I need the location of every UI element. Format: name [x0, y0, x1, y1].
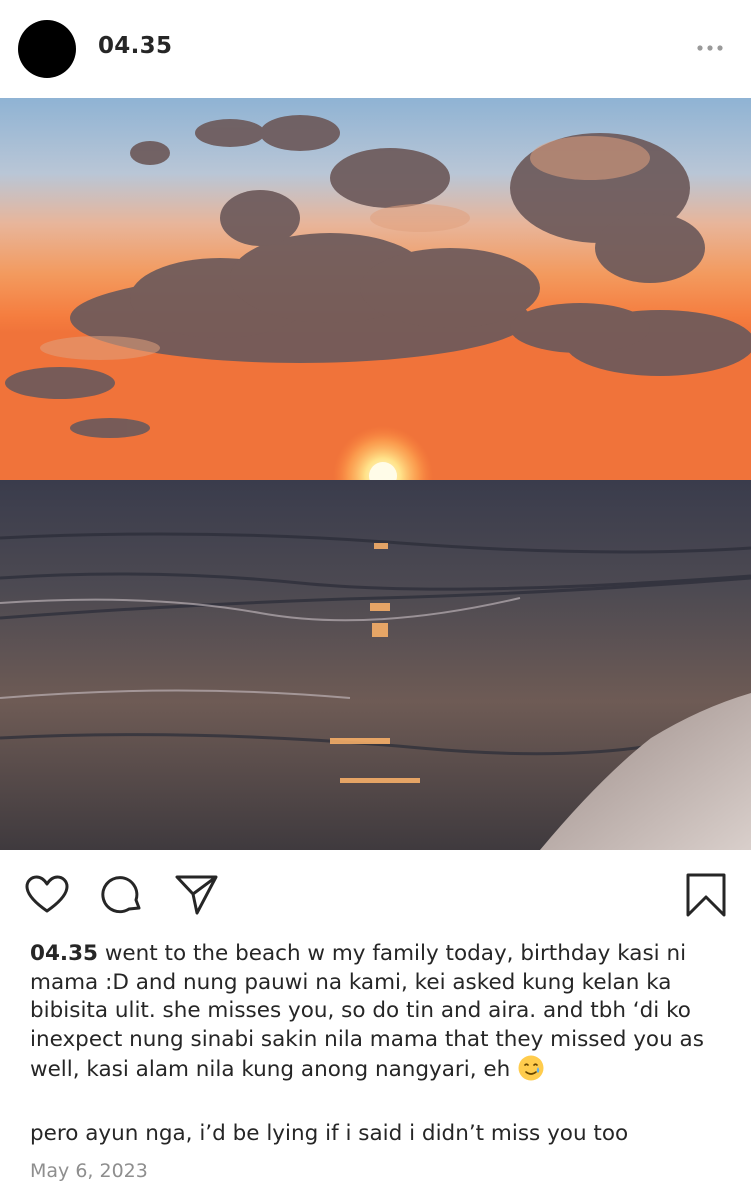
post-photo[interactable]: [0, 98, 751, 850]
post-date: May 6, 2023: [30, 1160, 148, 1182]
more-options-icon[interactable]: [690, 37, 730, 59]
send-icon[interactable]: [173, 872, 219, 918]
smiling-face-with-tear-icon: [518, 1055, 544, 1081]
post-username[interactable]: 04.35: [98, 33, 172, 59]
caption-text: went to the beach w my family today, bir…: [30, 941, 704, 1083]
avatar[interactable]: [18, 20, 76, 78]
post-caption: 04.35 went to the beach w my family toda…: [30, 940, 725, 1085]
caption-username[interactable]: 04.35: [30, 941, 98, 966]
caption-second-line: pero ayun nga, i’d be lying if i said i …: [30, 1121, 629, 1146]
comment-icon[interactable]: [99, 872, 145, 918]
action-bar: [0, 850, 751, 940]
post-header: 04.35: [0, 0, 751, 98]
bookmark-icon[interactable]: [683, 872, 729, 918]
heart-icon[interactable]: [24, 872, 70, 918]
